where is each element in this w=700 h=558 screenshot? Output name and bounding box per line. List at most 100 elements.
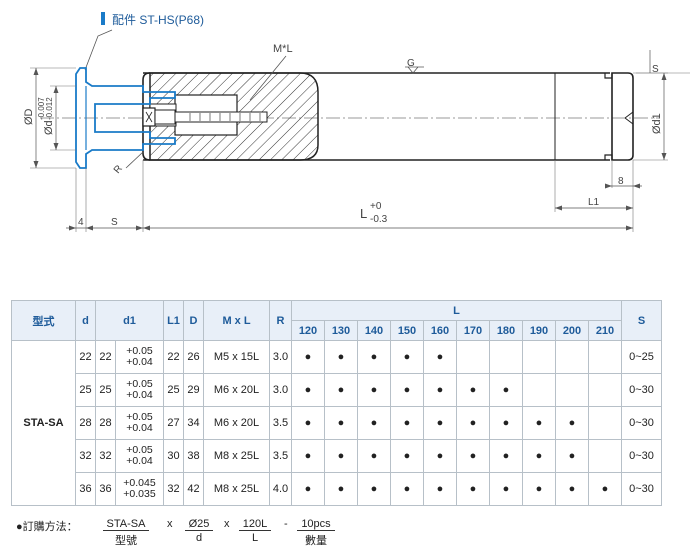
header-l-value: 190 bbox=[522, 320, 556, 341]
availability-dot: ● bbox=[423, 472, 457, 506]
availability-dot: ● bbox=[291, 373, 325, 407]
availability-dot: ● bbox=[522, 406, 556, 440]
screw-shank bbox=[154, 109, 176, 125]
header-l-value: 120 bbox=[291, 320, 325, 341]
r-leader bbox=[125, 151, 144, 169]
cell-d1-tolerance: +0.05 +0.04 bbox=[115, 340, 164, 374]
table-row: 32 32 +0.05 +0.04 30 38 M8 x 25L 3.5 ● ● ● ● ● ● ● ● ● 0~… bbox=[12, 439, 662, 473]
availability-dot: ● bbox=[324, 406, 358, 440]
header-l-value: 150 bbox=[390, 320, 424, 341]
order-length-value: 120L bbox=[238, 518, 272, 531]
availability-dot: ● bbox=[588, 472, 622, 506]
order-sep: x bbox=[224, 518, 230, 530]
label-l-lower: -0.3 bbox=[370, 214, 388, 225]
availability-dot: ● bbox=[291, 340, 325, 374]
technical-drawing: 配件 ST-HS(P68) M*L G R ØD Ød -0.007 -0.01… bbox=[23, 12, 690, 232]
order-model-value: STA-SA bbox=[102, 518, 150, 531]
availability-empty bbox=[555, 373, 589, 407]
cell-d1: 36 bbox=[95, 472, 116, 506]
header-D: D bbox=[183, 300, 204, 341]
availability-dot: ● bbox=[357, 406, 391, 440]
label-l1: L1 bbox=[588, 197, 600, 208]
availability-dot: ● bbox=[423, 439, 457, 473]
availability-dot: ● bbox=[291, 406, 325, 440]
header-d: d bbox=[75, 300, 96, 341]
header-l-value: 170 bbox=[456, 320, 490, 341]
availability-dot: ● bbox=[456, 472, 490, 506]
cell-D: 38 bbox=[183, 439, 204, 473]
header-l-value: 180 bbox=[489, 320, 523, 341]
availability-dot: ● bbox=[390, 373, 424, 407]
cell-d1-tolerance: +0.05 +0.04 bbox=[115, 406, 164, 440]
cell-r: 3.5 bbox=[269, 406, 292, 440]
table-row: STA-SA 22 22 +0.05 +0.04 22 26 M5 x 15L 3.0 ● ● ● ● ●… bbox=[11, 340, 662, 506]
availability-dot: ● bbox=[357, 472, 391, 506]
availability-empty bbox=[555, 340, 589, 374]
table-row: 25 25 +0.05 +0.04 25 29 M6 x 20L 3.0 ● ● ● ● ● ● ● 0~30 bbox=[12, 373, 662, 407]
cell-l1: 25 bbox=[163, 373, 184, 407]
availability-dot: ● bbox=[390, 406, 424, 440]
header-l-value: 130 bbox=[324, 320, 358, 341]
header-s: S bbox=[621, 300, 662, 341]
cell-s: 0~30 bbox=[621, 373, 662, 407]
tolerance-lower: +0.04 bbox=[126, 422, 153, 434]
availability-dot: ● bbox=[291, 472, 325, 506]
cell-d: 32 bbox=[75, 439, 96, 473]
cell-d1: 25 bbox=[95, 373, 116, 407]
label-mxl: M*L bbox=[273, 43, 293, 55]
cell-r: 3.5 bbox=[269, 439, 292, 473]
availability-dot: ● bbox=[291, 439, 325, 473]
label-r: R bbox=[112, 163, 125, 176]
header-mxl: M x L bbox=[203, 300, 270, 341]
cell-s: 0~25 bbox=[621, 340, 662, 374]
order-qty: 10pcs 數量 bbox=[288, 518, 344, 548]
cell-d: 36 bbox=[75, 472, 96, 506]
cell-mxl: M8 x 25L bbox=[203, 472, 270, 506]
cell-l1: 30 bbox=[163, 439, 184, 473]
cell-r: 4.0 bbox=[269, 472, 292, 506]
header-model: 型式 bbox=[11, 300, 76, 341]
order-length-caption: L bbox=[251, 532, 259, 544]
label-l: L bbox=[360, 206, 367, 221]
availability-dot: ● bbox=[390, 439, 424, 473]
label-d-tol: Ød bbox=[43, 120, 55, 135]
spec-table: 型式 d d1 L1 D M x L R L S 120 130 140 150… bbox=[11, 300, 662, 506]
cell-d: 25 bbox=[75, 373, 96, 407]
table-row: 36 36 +0.045 +0.035 32 42 M8 x 25L 4.0 ● ● ● ● ● ● ● ● ●… bbox=[12, 472, 662, 506]
availability-empty bbox=[489, 340, 523, 374]
label-d1: Ød1 bbox=[651, 113, 663, 134]
cell-s: 0~30 bbox=[621, 406, 662, 440]
availability-dot: ● bbox=[357, 340, 391, 374]
availability-dot: ● bbox=[555, 406, 589, 440]
cell-mxl: M6 x 20L bbox=[203, 406, 270, 440]
availability-empty bbox=[588, 340, 622, 374]
availability-dot: ● bbox=[324, 439, 358, 473]
availability-dot: ● bbox=[390, 340, 424, 374]
order-model: STA-SA 型號 bbox=[96, 518, 156, 548]
availability-dot: ● bbox=[423, 340, 457, 374]
order-qty-value: 10pcs bbox=[297, 518, 335, 531]
availability-dot: ● bbox=[423, 373, 457, 407]
header-l-value: 200 bbox=[555, 320, 589, 341]
availability-dot: ● bbox=[489, 439, 523, 473]
cell-d: 22 bbox=[75, 340, 96, 374]
cell-r: 3.0 bbox=[269, 373, 292, 407]
cell-mxl: M5 x 15L bbox=[203, 340, 270, 374]
part-label: 配件 ST-HS(P68) bbox=[112, 13, 204, 27]
label-s: S bbox=[111, 217, 118, 228]
tolerance-lower: +0.04 bbox=[126, 356, 153, 368]
header-l1: L1 bbox=[163, 300, 184, 341]
tolerance-lower: +0.04 bbox=[126, 389, 153, 401]
cell-l1: 22 bbox=[163, 340, 184, 374]
availability-dot: ● bbox=[423, 406, 457, 440]
availability-dot: ● bbox=[390, 472, 424, 506]
availability-dot: ● bbox=[324, 340, 358, 374]
cell-mxl: M8 x 25L bbox=[203, 439, 270, 473]
availability-empty bbox=[588, 373, 622, 407]
order-label: ●訂購方法： bbox=[16, 521, 78, 533]
table-row: 28 28 +0.05 +0.04 27 34 M6 x 20L 3.5 ● ● ● ● ● ● ● ● ● 0~… bbox=[12, 406, 662, 440]
header-l: L bbox=[291, 300, 622, 321]
availability-dot: ● bbox=[456, 439, 490, 473]
tolerance-lower: +0.04 bbox=[126, 455, 153, 467]
header-l-value: 210 bbox=[588, 320, 622, 341]
